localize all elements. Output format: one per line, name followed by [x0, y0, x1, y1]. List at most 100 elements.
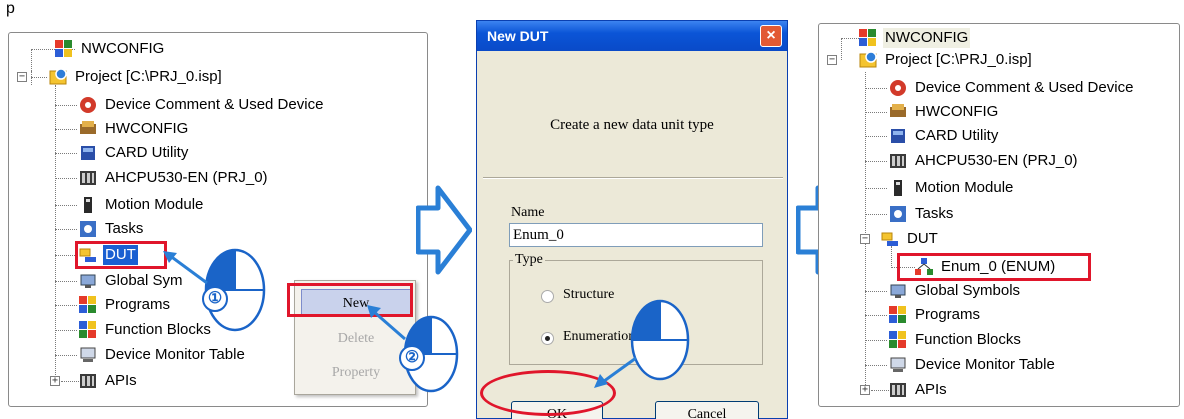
tree-item-function-blocks[interactable]: Function Blocks	[889, 329, 1023, 351]
structure-label: Structure	[563, 287, 615, 302]
tree-item-label: HWCONFIG	[915, 103, 999, 120]
tree-item-label: Tasks	[105, 220, 144, 237]
tasks-icon	[79, 220, 97, 238]
tree-item-cpu[interactable]: AHCPU530-EN (PRJ_0)	[79, 167, 270, 189]
tree-item-tasks[interactable]: Tasks	[889, 203, 955, 225]
project-collapse-toggle[interactable]: −	[17, 72, 27, 82]
tree-item-label: Programs	[105, 296, 171, 313]
motion-module-icon	[889, 179, 907, 197]
name-label: Name	[511, 205, 545, 220]
project-collapse-toggle[interactable]: −	[827, 55, 837, 65]
tree-item-label: AHCPU530-EN (PRJ_0)	[105, 169, 268, 186]
tree-item-dut[interactable]: DUT	[881, 228, 940, 250]
tree-item-label: NWCONFIG	[81, 40, 165, 57]
global-symbols-icon	[889, 282, 907, 300]
enumeration-label: Enumeration	[563, 329, 636, 344]
flow-arrow-icon	[416, 185, 472, 275]
tree-item-label: Device Comment & Used Device	[105, 96, 324, 113]
tree-item-label: Device Monitor Table	[915, 356, 1055, 373]
tree-item-hwconfig[interactable]: HWCONFIG	[79, 118, 190, 140]
tree-item-label: Motion Module	[915, 179, 1014, 196]
enum-highlight-box	[897, 253, 1091, 281]
tree-item-motion-module[interactable]: Motion Module	[889, 177, 1015, 199]
function-blocks-icon	[889, 331, 907, 349]
dialog-separator	[483, 177, 783, 179]
card-utility-icon	[79, 144, 97, 162]
tree-item-apis[interactable]: APIs	[79, 370, 139, 392]
dialog-title: New DUT	[477, 21, 787, 51]
name-input[interactable]: Enum_0	[509, 223, 763, 247]
close-icon[interactable]: ×	[760, 25, 782, 47]
dut-highlight-box	[75, 241, 167, 269]
tree-item-tasks[interactable]: Tasks	[79, 218, 145, 240]
apis-icon	[79, 372, 97, 390]
tree-item-label: Tasks	[915, 205, 954, 222]
apis-icon	[889, 381, 907, 399]
tree-item-label: NWCONFIG	[883, 28, 971, 48]
step-2-badge: ②	[399, 345, 425, 371]
device-monitor-icon	[889, 356, 907, 374]
tree-item-hwconfig[interactable]: HWCONFIG	[889, 101, 1000, 123]
apis-expand-toggle[interactable]: +	[50, 376, 60, 386]
tree-item-project[interactable]: Project [C:\PRJ_0.isp]	[859, 49, 1034, 71]
tree-item-label: Global Symbols	[915, 282, 1021, 299]
device-monitor-icon	[79, 346, 97, 364]
tree-item-label: APIs	[915, 381, 947, 398]
tree-item-programs[interactable]: Programs	[889, 304, 982, 326]
tree-item-label: HWCONFIG	[105, 120, 189, 137]
step-1-badge: ①	[202, 286, 228, 312]
enumeration-radio[interactable]	[541, 332, 554, 345]
tree-item-label: AHCPU530-EN (PRJ_0)	[915, 152, 1078, 169]
tree-item-label: Device Monitor Table	[105, 346, 245, 363]
device-comment-icon	[79, 96, 97, 114]
tree-item-card-utility[interactable]: CARD Utility	[79, 142, 190, 164]
tree-item-nwconfig[interactable]: NWCONFIG	[55, 38, 166, 60]
tree-item-label: Device Comment & Used Device	[915, 79, 1134, 96]
structure-radio[interactable]	[541, 290, 554, 303]
motion-module-icon	[79, 196, 97, 214]
tree-item-nwconfig[interactable]: NWCONFIG	[859, 27, 971, 49]
function-blocks-icon	[79, 321, 97, 339]
tree-item-device-monitor[interactable]: Device Monitor Table	[889, 354, 1057, 376]
tree-item-function-blocks[interactable]: Function Blocks	[79, 319, 213, 341]
nwconfig-icon	[859, 29, 877, 47]
tree-item-label: Function Blocks	[105, 321, 211, 338]
apis-expand-toggle[interactable]: +	[860, 385, 870, 395]
tree-item-label: DUT	[907, 230, 938, 247]
hwconfig-icon	[79, 120, 97, 138]
tree-item-card-utility[interactable]: CARD Utility	[889, 125, 1000, 147]
tree-item-global-symbols[interactable]: Global Symbols	[889, 280, 1022, 302]
tree-item-motion-module[interactable]: Motion Module	[79, 194, 205, 216]
tree-item-label: CARD Utility	[105, 144, 189, 161]
dut-collapse-toggle[interactable]: −	[860, 234, 870, 244]
dialog-description: Create a new data unit type	[550, 117, 714, 133]
tree-item-apis[interactable]: APIs	[889, 379, 949, 401]
nwconfig-icon	[55, 40, 73, 58]
type-label: Type	[513, 252, 545, 268]
project-tree-after: − − + NWCONFIG Project [C:\PRJ_0.isp] De…	[819, 24, 1179, 406]
tree-item-label: Motion Module	[105, 196, 204, 213]
tree-item-label: Project [C:\PRJ_0.isp]	[75, 68, 222, 85]
tree-item-cpu[interactable]: AHCPU530-EN (PRJ_0)	[889, 150, 1080, 172]
page-text-fragment: p	[6, 0, 15, 17]
tree-item-label: Function Blocks	[915, 331, 1021, 348]
left-project-tree-panel: − + NWCONFIG Project [C:\PRJ_0.isp] Devi…	[8, 32, 459, 407]
card-utility-icon	[889, 127, 907, 145]
right-project-tree-panel: − − + NWCONFIG Project [C:\PRJ_0.isp] De…	[818, 23, 1180, 407]
tasks-icon	[889, 205, 907, 223]
cancel-button[interactable]: Cancel	[655, 401, 759, 419]
menu-item-property[interactable]: Property	[301, 359, 411, 387]
tree-item-project[interactable]: Project [C:\PRJ_0.isp]	[49, 66, 224, 88]
cpu-icon	[79, 169, 97, 187]
device-comment-icon	[889, 79, 907, 97]
programs-icon	[889, 306, 907, 324]
tree-item-label: APIs	[105, 372, 137, 389]
cpu-icon	[889, 152, 907, 170]
tree-item-device-monitor[interactable]: Device Monitor Table	[79, 344, 247, 366]
hwconfig-icon	[889, 103, 907, 121]
project-gear-icon	[859, 51, 877, 69]
tree-item-programs[interactable]: Programs	[79, 294, 172, 316]
programs-icon	[79, 296, 97, 314]
tree-item-device-comment[interactable]: Device Comment & Used Device	[79, 94, 325, 116]
tree-item-device-comment[interactable]: Device Comment & Used Device	[889, 77, 1135, 99]
